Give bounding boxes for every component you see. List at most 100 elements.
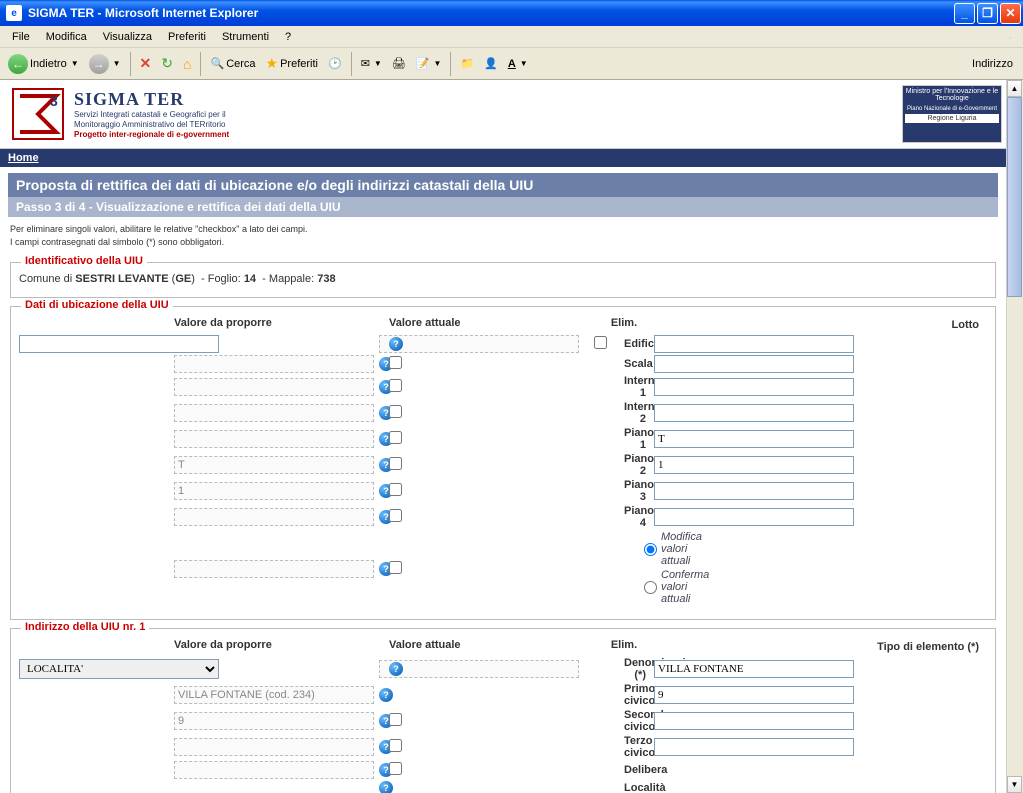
radio-modify[interactable]: Modifica valori attuali bbox=[644, 531, 654, 567]
menu-file[interactable]: File bbox=[4, 29, 38, 45]
page-title: Proposta di rettifica dei dati di ubicaz… bbox=[8, 173, 998, 197]
menu-modifica[interactable]: Modifica bbox=[38, 29, 95, 45]
help-text: Per eliminare singoli valori, abilitare … bbox=[8, 217, 998, 254]
elim-checkbox[interactable] bbox=[389, 405, 402, 418]
row-label: Piano 3 bbox=[624, 479, 654, 503]
font-button[interactable]: A▼ bbox=[504, 56, 532, 72]
help-icon[interactable]: ? bbox=[389, 337, 403, 351]
propose-input[interactable] bbox=[654, 482, 854, 500]
help-icon[interactable]: ? bbox=[379, 781, 393, 793]
vertical-scrollbar[interactable]: ▲ ▼ bbox=[1006, 80, 1023, 793]
search-icon: 🔍 bbox=[210, 57, 224, 70]
menu-strumenti[interactable]: Strumenti bbox=[214, 29, 277, 45]
history-icon: 🕑 bbox=[328, 57, 342, 70]
window-title: SIGMA TER - Microsoft Internet Explorer bbox=[26, 6, 954, 20]
propose-input[interactable] bbox=[654, 738, 854, 756]
identificativo-text: Comune di SESTRI LEVANTE (GE) - Foglio: … bbox=[19, 273, 987, 285]
propose-input[interactable] bbox=[654, 430, 854, 448]
back-icon: ← bbox=[8, 54, 28, 74]
print-icon: 🖨 bbox=[392, 57, 406, 70]
elim-checkbox[interactable] bbox=[389, 431, 402, 444]
ie-icon: e bbox=[6, 5, 22, 21]
row-label: Scala bbox=[624, 358, 654, 370]
stop-button[interactable]: ✕ bbox=[136, 53, 156, 74]
favorites-button[interactable]: ★ Preferiti bbox=[262, 53, 322, 74]
propose-input[interactable] bbox=[654, 355, 854, 373]
elim-checkbox[interactable] bbox=[389, 379, 402, 392]
logo-subtitle-1: Servizi Integrati catastali e Geografici… bbox=[74, 110, 229, 120]
tipo-elemento-select[interactable]: LOCALITA' bbox=[19, 659, 219, 679]
mail-button[interactable]: ✉▼ bbox=[357, 55, 386, 72]
row-label: Piano 1 bbox=[624, 427, 654, 451]
elim-checkbox[interactable] bbox=[389, 561, 402, 574]
scroll-down-button[interactable]: ▼ bbox=[1007, 776, 1022, 793]
row-label: Lotto bbox=[654, 319, 987, 331]
refresh-button[interactable]: ↻ bbox=[157, 53, 177, 74]
maximize-button[interactable]: ❐ bbox=[977, 3, 998, 24]
logo-subtitle-2: Monitoraggio Amministrativo del TERritor… bbox=[74, 120, 229, 130]
fieldset-legend: Indirizzo della UIU nr. 1 bbox=[21, 621, 149, 633]
propose-input[interactable] bbox=[654, 456, 854, 474]
radio-confirm[interactable]: Conferma valori attuali bbox=[644, 569, 654, 605]
propose-input[interactable] bbox=[654, 686, 854, 704]
home-icon: ⌂ bbox=[183, 56, 191, 72]
star-icon: ★ bbox=[266, 55, 279, 72]
refresh-icon: ↻ bbox=[161, 55, 173, 72]
stop-icon: ✕ bbox=[140, 55, 152, 72]
scroll-thumb[interactable] bbox=[1007, 97, 1022, 297]
help-icon[interactable]: ? bbox=[389, 662, 403, 676]
current-value bbox=[174, 761, 374, 779]
close-button[interactable]: ✕ bbox=[1000, 3, 1021, 24]
elim-checkbox[interactable] bbox=[389, 356, 402, 369]
current-value bbox=[174, 686, 374, 704]
home-button[interactable]: ⌂ bbox=[179, 54, 195, 74]
elim-checkbox[interactable] bbox=[389, 483, 402, 496]
fieldset-legend: Dati di ubicazione della UIU bbox=[21, 299, 173, 311]
back-button[interactable]: ← Indietro ▼ bbox=[4, 52, 83, 76]
home-link[interactable]: Home bbox=[8, 152, 39, 164]
window-titlebar: e SIGMA TER - Microsoft Internet Explore… bbox=[0, 0, 1023, 26]
current-value bbox=[174, 712, 374, 730]
propose-input[interactable] bbox=[19, 335, 219, 353]
fieldset-indirizzo: Indirizzo della UIU nr. 1 Valore da prop… bbox=[10, 628, 996, 793]
edit-button[interactable]: 📝▼ bbox=[412, 55, 446, 72]
row-label: Primo civico bbox=[624, 683, 654, 707]
chevron-down-icon: ▼ bbox=[71, 59, 79, 68]
menu-help[interactable]: ? bbox=[277, 29, 299, 45]
radio-options-ubic: Modifica valori attuali Conferma valori … bbox=[624, 531, 654, 607]
propose-input[interactable] bbox=[654, 712, 854, 730]
scroll-up-button[interactable]: ▲ bbox=[1007, 80, 1022, 97]
propose-input[interactable] bbox=[654, 660, 854, 678]
propose-input[interactable] bbox=[654, 335, 854, 353]
propose-input[interactable] bbox=[654, 508, 854, 526]
menu-visualizza[interactable]: Visualizza bbox=[95, 29, 160, 45]
propose-input[interactable] bbox=[654, 378, 854, 396]
elim-checkbox[interactable] bbox=[389, 713, 402, 726]
help-icon[interactable]: ? bbox=[379, 688, 393, 702]
elim-checkbox[interactable] bbox=[389, 762, 402, 775]
folder-button[interactable]: 📁 bbox=[456, 55, 478, 72]
elim-checkbox[interactable] bbox=[389, 457, 402, 470]
row-label: Denominazione (*) bbox=[624, 657, 654, 681]
col-header-propose: Valore da proporre bbox=[174, 639, 379, 655]
menu-preferiti[interactable]: Preferiti bbox=[160, 29, 214, 45]
propose-input[interactable] bbox=[654, 404, 854, 422]
elim-checkbox[interactable] bbox=[389, 509, 402, 522]
row-label: Località bbox=[624, 782, 654, 793]
logo-subtitle-3: Progetto inter-regionale di e-government bbox=[74, 130, 229, 139]
svg-text:3: 3 bbox=[50, 93, 58, 109]
current-value bbox=[174, 430, 374, 448]
mail-icon: ✉ bbox=[361, 57, 370, 70]
forward-button[interactable]: → ▼ bbox=[85, 52, 125, 76]
search-button[interactable]: 🔍 Cerca bbox=[206, 55, 259, 72]
elim-checkbox[interactable] bbox=[389, 739, 402, 752]
minimize-button[interactable]: _ bbox=[954, 3, 975, 24]
current-value bbox=[174, 482, 374, 500]
print-button[interactable]: 🖨 bbox=[388, 55, 410, 72]
row-label: Interno 1 bbox=[624, 375, 654, 399]
elim-checkbox[interactable] bbox=[594, 336, 607, 349]
messenger-button[interactable]: 👤 bbox=[480, 55, 502, 72]
row-label: Piano 2 bbox=[624, 453, 654, 477]
current-value bbox=[174, 738, 374, 756]
history-button[interactable]: 🕑 bbox=[324, 55, 346, 72]
